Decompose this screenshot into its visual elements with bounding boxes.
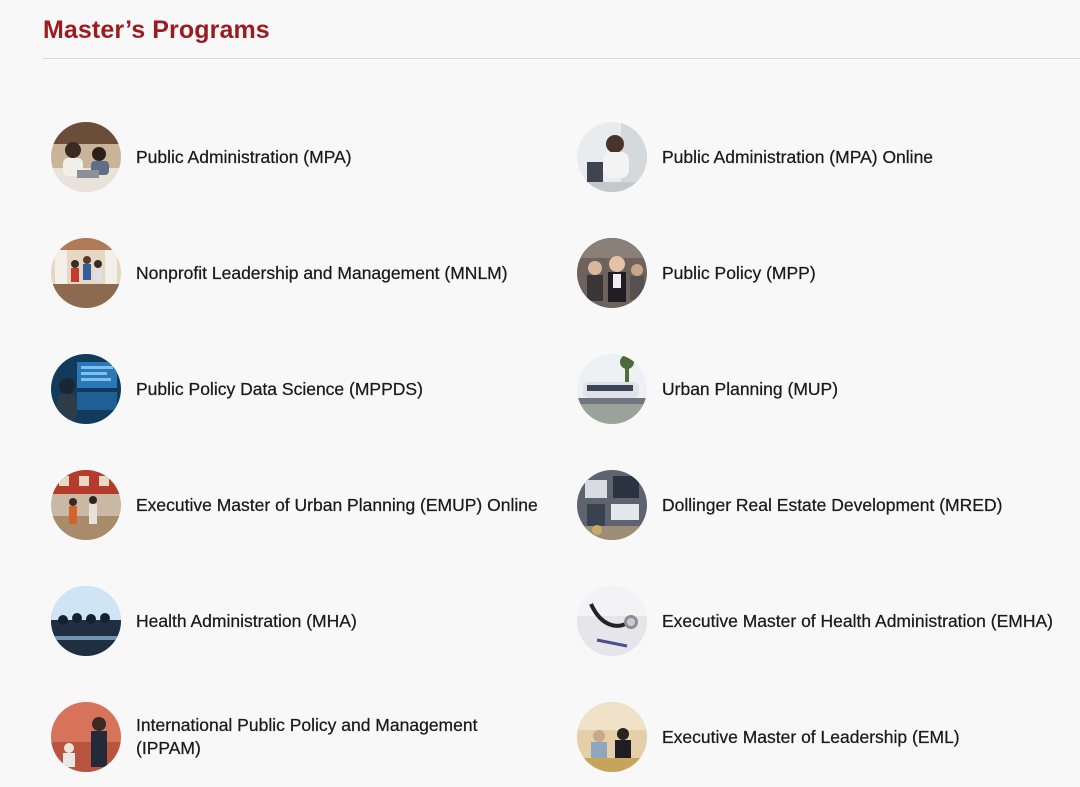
title-divider [43,58,1080,59]
program-label: Public Administration (MPA) Online [662,146,934,167]
program-link-mppds[interactable]: Public Policy Data Science (MPPDS) [51,354,577,424]
aerial-buildings-photo [577,470,647,540]
program-label: Dollinger Real Estate Development (MRED) [662,494,1003,515]
program-label: Public Policy Data Science (MPPDS) [136,378,423,399]
program-label: Executive Master of Urban Planning (EMUP… [136,494,538,515]
program-link-mpa[interactable]: Public Administration (MPA) [51,122,577,192]
volunteers-celebrating-photo [51,238,121,308]
program-label: Urban Planning (MUP) [662,378,839,399]
program-label: Executive Master of Leadership (EML) [662,726,960,747]
section-title: Master’s Programs [43,16,270,44]
students-at-table-photo [51,122,121,192]
street-pedestrians-photo [51,470,121,540]
program-link-emha[interactable]: Executive Master of Health Administratio… [577,586,1080,656]
masters-programs-page: Master’s Programs Public Administration … [0,0,1080,787]
program-link-mup[interactable]: Urban Planning (MUP) [577,354,1080,424]
colleagues-discussion-photo [577,702,647,772]
program-link-ippam[interactable]: International Public Policy and Manageme… [51,702,577,772]
data-screens-photo [51,354,121,424]
program-link-mha[interactable]: Health Administration (MHA) [51,586,577,656]
program-label: Health Administration (MHA) [136,610,357,631]
program-link-mred[interactable]: Dollinger Real Estate Development (MRED) [577,470,1080,540]
woman-at-laptop-photo [577,122,647,192]
program-link-mpa-online[interactable]: Public Administration (MPA) Online [577,122,1080,192]
program-link-emup[interactable]: Executive Master of Urban Planning (EMUP… [51,470,577,540]
program-label: Public Administration (MPA) [136,146,352,167]
program-link-eml[interactable]: Executive Master of Leadership (EML) [577,702,1080,772]
program-label: Public Policy (MPP) [662,262,816,283]
program-list: Public Administration (MPA) Public Admin… [51,122,1080,787]
meeting-participants-photo [577,238,647,308]
program-label: International Public Policy and Manageme… [136,715,478,758]
stethoscope-photo [577,586,647,656]
program-link-mpp[interactable]: Public Policy (MPP) [577,238,1080,308]
conference-silhouettes-photo [51,586,121,656]
monorail-train-photo [577,354,647,424]
program-label: Executive Master of Health Administratio… [662,610,1053,631]
program-link-mnlm[interactable]: Nonprofit Leadership and Management (MNL… [51,238,577,308]
speaker-presenting-photo [51,702,121,772]
program-label: Nonprofit Leadership and Management (MNL… [136,262,508,283]
